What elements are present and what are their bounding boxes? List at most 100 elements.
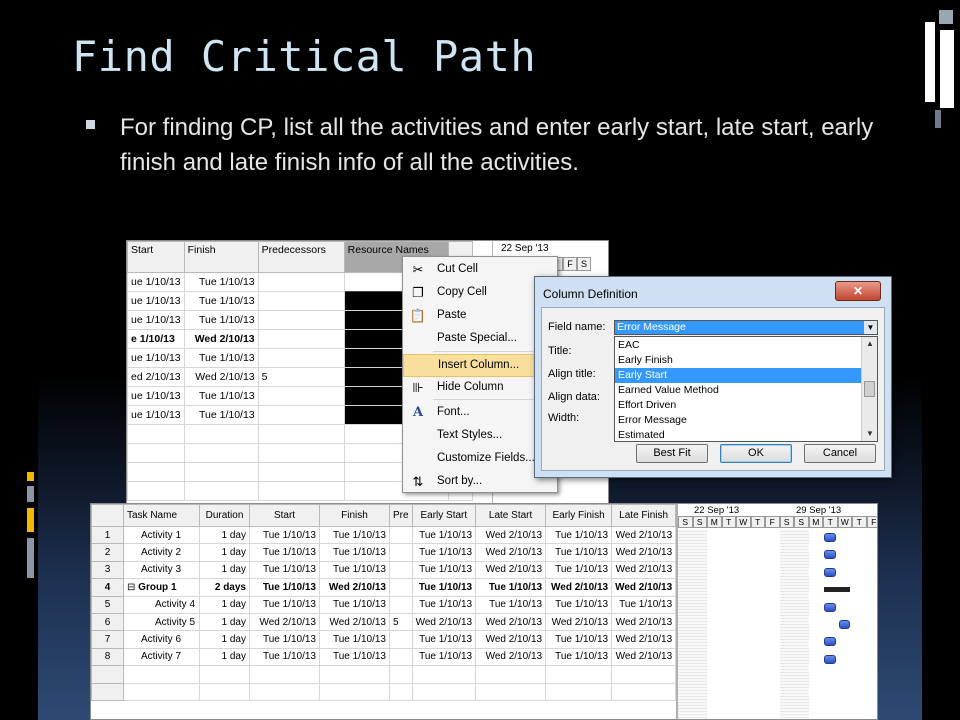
cell-early-finish[interactable]: Tue 1/10/13 [545, 630, 613, 649]
table-row[interactable]: 5 Activity 41 day Tue 1/10/13 Tue 1/10/13 Tu… [91, 595, 677, 614]
cell-predecessors[interactable] [257, 348, 345, 368]
dropdown-scrollbar[interactable]: ▲ ▼ [861, 337, 877, 441]
cell-start[interactable]: ue 1/10/13 [127, 291, 185, 311]
cell-start[interactable]: Tue 1/10/13 [249, 647, 320, 667]
table-row[interactable]: 7 Activity 61 day Tue 1/10/13 Tue 1/10/13 Tu… [91, 630, 677, 649]
cell-late-finish[interactable]: Wed 2/10/13 [611, 560, 677, 580]
cell-finish[interactable]: Tue 1/10/13 [183, 405, 259, 425]
scroll-up-icon[interactable]: ▲ [862, 337, 878, 351]
cell-duration[interactable]: 1 day [199, 630, 250, 649]
cell-early-start[interactable]: Tue 1/10/13 [411, 525, 477, 545]
cell-predecessors[interactable] [389, 630, 413, 649]
cell-early-start[interactable]: Tue 1/10/13 [411, 647, 477, 667]
cell-start[interactable]: Tue 1/10/13 [249, 578, 320, 597]
cell-late-finish[interactable]: Wed 2/10/13 [611, 525, 677, 545]
cell-finish[interactable]: Tue 1/10/13 [319, 560, 390, 580]
cell-early-finish[interactable] [545, 682, 613, 701]
cell-predecessors[interactable]: 5 [257, 367, 345, 387]
cell-start[interactable]: Tue 1/10/13 [249, 630, 320, 649]
cell-early-finish[interactable]: Tue 1/10/13 [545, 595, 613, 614]
cell-early-finish[interactable]: Wed 2/10/13 [545, 612, 613, 632]
cell-predecessors[interactable]: 5 [389, 612, 413, 632]
row-number[interactable]: 4 [91, 578, 124, 597]
col-header-start[interactable]: Start [127, 241, 185, 273]
gantt-summary-bar[interactable] [824, 587, 850, 593]
cell-start[interactable] [127, 462, 185, 482]
gantt-task-bar[interactable] [824, 567, 836, 577]
cell-task-name[interactable]: Activity 5 [123, 612, 200, 632]
cell-early-finish[interactable] [545, 665, 613, 684]
cell-early-finish[interactable]: Tue 1/10/13 [545, 525, 613, 545]
cell-task-name[interactable]: Activity 6 [123, 630, 200, 649]
row-number[interactable]: 7 [91, 630, 124, 649]
cell-duration[interactable] [199, 682, 250, 701]
cell-duration[interactable]: 1 day [199, 612, 250, 632]
row-number[interactable]: 2 [91, 543, 124, 562]
cancel-button[interactable]: Cancel [804, 444, 876, 463]
cell-late-start[interactable]: Wed 2/10/13 [475, 543, 547, 562]
cell-late-start[interactable] [475, 665, 547, 684]
cell-predecessors[interactable] [389, 647, 413, 667]
cell-finish[interactable] [183, 424, 259, 444]
cell-finish[interactable]: Wed 2/10/13 [319, 612, 390, 632]
cell-predecessors[interactable] [257, 481, 345, 501]
cell-finish[interactable]: Tue 1/10/13 [183, 272, 259, 292]
cell-finish[interactable] [183, 443, 259, 463]
col-header-duration[interactable]: Duration [199, 504, 250, 527]
gantt-task-bar[interactable] [824, 533, 836, 542]
cell-late-finish[interactable] [611, 682, 677, 701]
cell-task-name[interactable]: Activity 2 [123, 543, 200, 562]
table-row[interactable]: 1 Activity 11 day Tue 1/10/13 Tue 1/10/13 Tu… [91, 525, 677, 545]
cell-start[interactable]: Tue 1/10/13 [249, 543, 320, 562]
field-name-combo[interactable]: Error Message ▼ [614, 320, 878, 335]
cell-early-start[interactable]: Tue 1/10/13 [411, 543, 477, 562]
cell-predecessors[interactable] [389, 578, 413, 597]
cell-task-name[interactable]: ⊟ Group 1 [123, 578, 200, 597]
ok-button[interactable]: OK [720, 444, 792, 463]
cell-finish[interactable]: Tue 1/10/13 [183, 348, 259, 368]
best-fit-button[interactable]: Best Fit [636, 444, 708, 463]
list-item-effort-driven[interactable]: Effort Driven [615, 398, 861, 413]
cell-late-start[interactable]: Wed 2/10/13 [475, 525, 547, 545]
cell-task-name[interactable]: Activity 7 [123, 647, 200, 667]
cell-task-name[interactable] [123, 665, 200, 684]
row-number[interactable]: 5 [91, 595, 124, 614]
scroll-down-icon[interactable]: ▼ [862, 427, 878, 441]
gantt-task-bar[interactable] [824, 602, 836, 612]
cell-predecessors[interactable] [257, 462, 345, 482]
cell-start[interactable] [127, 443, 185, 463]
list-item-early-finish[interactable]: Early Finish [615, 353, 861, 368]
list-item-eac[interactable]: EAC [615, 338, 861, 353]
scroll-thumb[interactable] [864, 381, 875, 397]
cell-task-name[interactable] [123, 682, 200, 701]
row-number[interactable] [91, 682, 124, 701]
collapse-toggle-icon[interactable]: ⊟ [127, 582, 138, 593]
cell-task-name[interactable]: Activity 1 [123, 525, 200, 545]
table-row[interactable] [91, 682, 677, 701]
cell-early-start[interactable]: Tue 1/10/13 [411, 595, 477, 614]
cell-finish[interactable]: Wed 2/10/13 [183, 329, 259, 349]
cell-late-finish[interactable]: Wed 2/10/13 [611, 630, 677, 649]
table-row[interactable]: 8 Activity 71 day Tue 1/10/13 Tue 1/10/13 Tu… [91, 647, 677, 667]
cell-finish[interactable]: Tue 1/10/13 [319, 525, 390, 545]
cell-start[interactable]: Tue 1/10/13 [249, 525, 320, 545]
cell-predecessors[interactable] [389, 560, 413, 580]
cell-early-start[interactable]: Tue 1/10/13 [411, 560, 477, 580]
cell-start[interactable] [249, 682, 320, 701]
cell-late-finish[interactable]: Tue 1/10/13 [611, 595, 677, 614]
cell-start[interactable]: ue 1/10/13 [127, 386, 185, 406]
cell-late-finish[interactable]: Wed 2/10/13 [611, 578, 677, 597]
cell-early-start[interactable]: Tue 1/10/13 [411, 578, 477, 597]
cell-early-start[interactable] [411, 665, 477, 684]
cell-finish[interactable]: Tue 1/10/13 [183, 386, 259, 406]
cell-duration[interactable] [199, 665, 250, 684]
cell-start[interactable]: Tue 1/10/13 [249, 560, 320, 580]
col-header-finish[interactable]: Finish [183, 241, 259, 273]
row-number[interactable]: 8 [91, 647, 124, 667]
cell-start[interactable]: ue 1/10/13 [127, 272, 185, 292]
cell-late-start[interactable]: Tue 1/10/13 [475, 578, 547, 597]
cell-finish[interactable]: Tue 1/10/13 [319, 543, 390, 562]
gantt-task-bar[interactable] [824, 654, 836, 664]
cell-early-start[interactable] [411, 682, 477, 701]
cell-late-finish[interactable]: Wed 2/10/13 [611, 543, 677, 562]
